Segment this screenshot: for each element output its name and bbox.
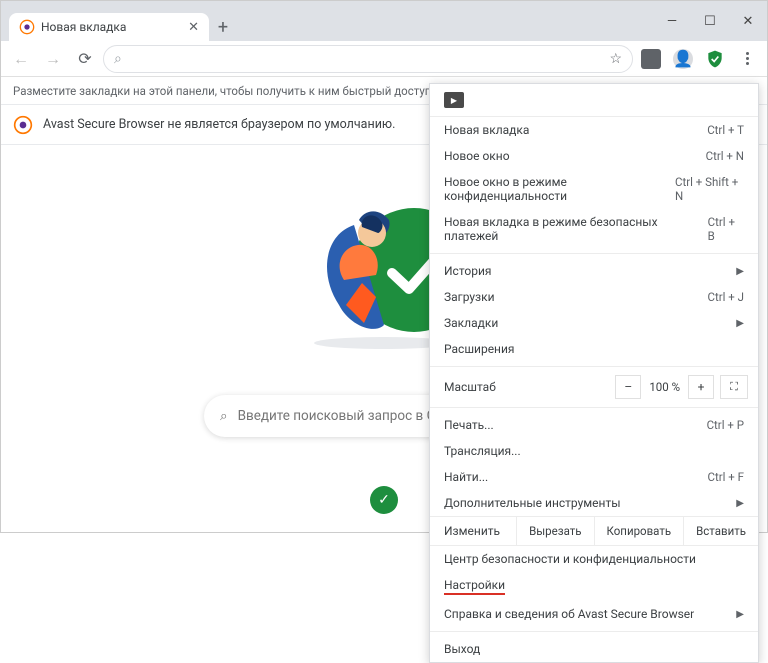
menu-incognito[interactable]: Новое окно в режиме конфиденциальностиCt… [430,169,758,209]
search-icon: ⌕ [220,408,228,424]
tab-title: Новая вкладка [41,20,182,34]
menu-bank-mode[interactable]: Новая вкладка в режиме безопасных платеж… [430,209,758,249]
menu-exit[interactable]: Выход [430,636,758,662]
maximize-button[interactable]: ☐ [691,6,729,36]
close-window-button[interactable]: ✕ [729,6,767,36]
menu-history[interactable]: История▶ [430,258,758,284]
menu-print[interactable]: Печать...Ctrl + P [430,412,758,438]
security-button[interactable] [701,45,729,73]
avast-infobar-icon [13,115,33,135]
main-menu: ▶ Новая вкладкаCtrl + T Новое окноCtrl +… [429,83,759,663]
youtube-icon: ▶ [444,92,464,108]
menu-user-row[interactable]: ▶ [430,84,758,117]
status-badge[interactable]: ✓ [370,486,398,514]
ntp-search-placeholder: Введите поисковый запрос в Go [238,408,444,424]
menu-new-tab[interactable]: Новая вкладкаCtrl + T [430,117,758,143]
toolbar: ← → ⟳ ⌕ ☆ 👤 [1,41,767,77]
minimize-button[interactable]: — [653,6,691,36]
reload-button[interactable]: ⟳ [71,45,99,73]
menu-find[interactable]: Найти...Ctrl + F [430,464,758,490]
menu-zoom-row: Масштаб – 100 % + ⛶ [430,371,758,403]
menu-more-tools[interactable]: Дополнительные инструменты▶ [430,490,758,516]
browser-tab[interactable]: Новая вкладка ✕ [9,13,209,41]
shield-green-icon [705,49,725,69]
edit-copy[interactable]: Копировать [594,517,684,545]
person-icon: 👤 [673,49,693,69]
menu-edit-row: Изменить Вырезать Копировать Вставить [430,516,758,546]
new-tab-button[interactable]: + [209,13,237,41]
menu-new-window[interactable]: Новое окноCtrl + N [430,143,758,169]
adblock-button[interactable] [637,45,665,73]
chevron-right-icon: ▶ [736,318,744,329]
zoom-in-button[interactable]: + [688,375,714,399]
menu-downloads[interactable]: ЗагрузкиCtrl + J [430,284,758,310]
edit-paste[interactable]: Вставить [683,517,758,545]
edit-cut[interactable]: Вырезать [516,517,593,545]
chevron-right-icon: ▶ [736,609,744,620]
menu-settings[interactable]: Настройки [430,572,758,601]
url-input[interactable] [130,51,602,66]
titlebar: Новая вкладка ✕ + — ☐ ✕ [1,1,767,41]
profile-button[interactable]: 👤 [669,45,697,73]
back-button[interactable]: ← [7,45,35,73]
kebab-icon [746,52,749,65]
menu-cast[interactable]: Трансляция... [430,438,758,464]
bookmark-star-icon[interactable]: ☆ [609,51,622,67]
zoom-value: 100 % [641,380,688,394]
close-tab-icon[interactable]: ✕ [188,20,199,35]
shield-dark-icon [641,49,661,69]
address-bar[interactable]: ⌕ ☆ [103,45,633,73]
chevron-right-icon: ▶ [736,266,744,277]
menu-help[interactable]: Справка и сведения об Avast Secure Brows… [430,601,758,627]
search-icon: ⌕ [114,51,122,67]
fullscreen-button[interactable]: ⛶ [720,375,748,399]
chevron-right-icon: ▶ [736,498,744,509]
menu-extensions[interactable]: Расширения [430,336,758,362]
zoom-out-button[interactable]: – [615,375,641,399]
menu-bookmarks[interactable]: Закладки▶ [430,310,758,336]
menu-security-center[interactable]: Центр безопасности и конфиденциальности [430,546,758,572]
forward-button[interactable]: → [39,45,67,73]
avast-favicon-icon [19,19,35,35]
bookmarks-hint: Разместите закладки на этой панели, чтоб… [13,84,434,98]
main-menu-button[interactable] [733,45,761,73]
window-controls: — ☐ ✕ [653,1,767,41]
